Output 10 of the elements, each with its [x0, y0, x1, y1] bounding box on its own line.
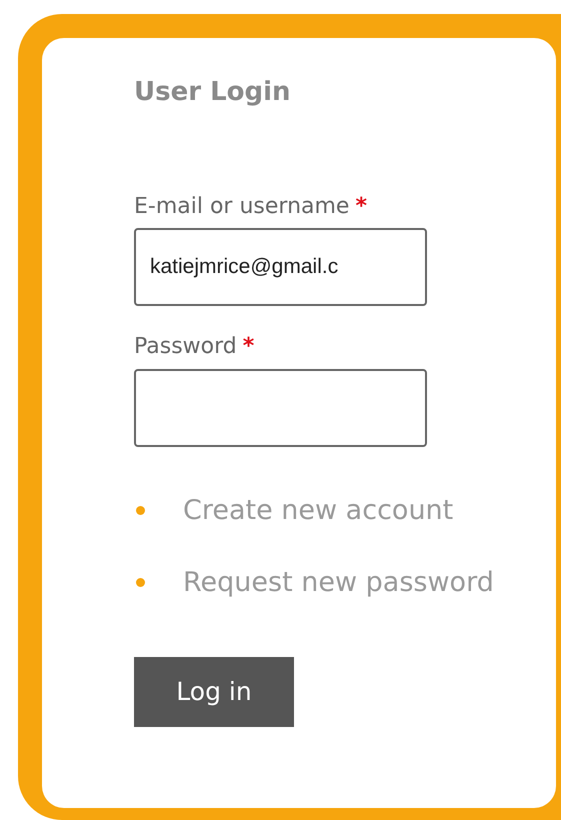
field-label: E-mail or username	[134, 194, 350, 219]
bullet-icon	[136, 506, 145, 516]
input-field[interactable]	[134, 368, 427, 447]
bullet-icon	[136, 578, 145, 588]
input-field[interactable]: katiejmrice@gmail.c	[134, 228, 427, 306]
required-mark: *	[355, 194, 367, 219]
login-button[interactable]: Log in	[134, 656, 294, 727]
required-mark: *	[242, 334, 254, 360]
field-label: Password	[134, 334, 237, 360]
block-title: User Login	[134, 76, 291, 109]
